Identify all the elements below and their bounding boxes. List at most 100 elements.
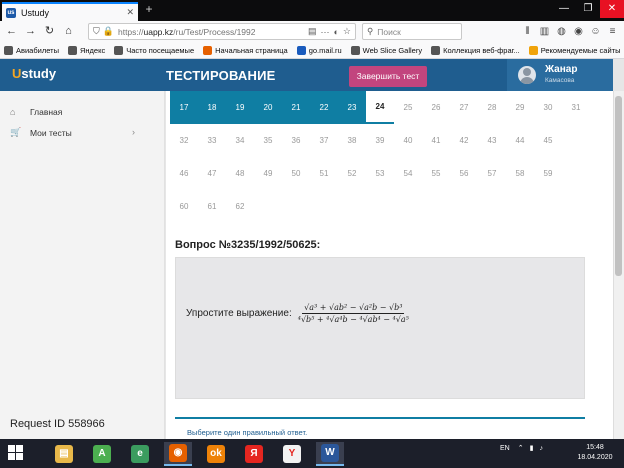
lock-icon[interactable]: 🔒 bbox=[103, 26, 114, 37]
question-number-25[interactable]: 25 bbox=[394, 91, 422, 124]
volume-icon[interactable]: ♪ bbox=[539, 445, 543, 452]
question-number-57[interactable]: 57 bbox=[478, 157, 506, 190]
question-number-60[interactable]: 60 bbox=[170, 190, 198, 223]
question-number-50[interactable]: 50 bbox=[282, 157, 310, 190]
question-number-32[interactable]: 32 bbox=[170, 124, 198, 157]
forward-arrow-icon[interactable]: → bbox=[23, 24, 38, 39]
question-number-44[interactable]: 44 bbox=[506, 124, 534, 157]
question-number-48[interactable]: 48 bbox=[226, 157, 254, 190]
question-number-18[interactable]: 18 bbox=[198, 91, 226, 124]
taskbar-yandex-browser[interactable]: Y bbox=[278, 442, 306, 466]
taskbar-odnoklassniki[interactable]: ok bbox=[202, 442, 230, 466]
browser-tab[interactable]: us Ustudy ✕ bbox=[2, 2, 138, 21]
user-name[interactable]: Жанар bbox=[545, 64, 577, 75]
close-window-icon[interactable]: ✕ bbox=[600, 0, 624, 18]
network-icon[interactable]: ▮ bbox=[530, 444, 534, 452]
pocket-icon[interactable]: ◐ bbox=[333, 27, 338, 37]
taskbar-app-e[interactable]: e bbox=[126, 442, 154, 466]
bookmark-item[interactable]: Яндекс bbox=[67, 45, 105, 55]
question-number-36[interactable]: 36 bbox=[282, 124, 310, 157]
sidebar-item-my-tests[interactable]: 🛒 Мои тесты bbox=[10, 127, 72, 138]
tray-lang[interactable]: EN bbox=[500, 445, 510, 452]
question-number-41[interactable]: 41 bbox=[422, 124, 450, 157]
question-number-61[interactable]: 61 bbox=[198, 190, 226, 223]
question-number-19[interactable]: 19 bbox=[226, 91, 254, 124]
question-number-22[interactable]: 22 bbox=[310, 91, 338, 124]
question-number-52[interactable]: 52 bbox=[338, 157, 366, 190]
question-number-58[interactable]: 58 bbox=[506, 157, 534, 190]
search-input[interactable]: ⚲ Поиск bbox=[362, 23, 462, 40]
question-number-43[interactable]: 43 bbox=[478, 124, 506, 157]
reader-view-icon[interactable]: ▤ bbox=[308, 26, 317, 37]
taskbar-firefox[interactable]: ◉ bbox=[164, 442, 192, 466]
question-number-59[interactable]: 59 bbox=[534, 157, 562, 190]
question-number-23[interactable]: 23 bbox=[338, 91, 366, 124]
maximize-icon[interactable]: ❐ bbox=[576, 0, 600, 18]
question-number-42[interactable]: 42 bbox=[450, 124, 478, 157]
question-number-55[interactable]: 55 bbox=[422, 157, 450, 190]
bookmark-item[interactable]: Коллекция веб-фраг... bbox=[431, 45, 520, 55]
question-number-51[interactable]: 51 bbox=[310, 157, 338, 190]
question-number-47[interactable]: 47 bbox=[198, 157, 226, 190]
question-number-54[interactable]: 54 bbox=[394, 157, 422, 190]
question-number-38[interactable]: 38 bbox=[338, 124, 366, 157]
new-tab-button[interactable]: + bbox=[143, 2, 155, 19]
sidebar-toggle-icon[interactable]: ▥ bbox=[537, 26, 552, 37]
question-number-20[interactable]: 20 bbox=[254, 91, 282, 124]
question-number-35[interactable]: 35 bbox=[254, 124, 282, 157]
question-number-39[interactable]: 39 bbox=[366, 124, 394, 157]
bookmark-item[interactable]: Начальная страница bbox=[203, 45, 288, 55]
bookmark-item[interactable]: Авиабилеты bbox=[4, 45, 59, 55]
taskbar-word[interactable]: W bbox=[316, 442, 344, 466]
reload-icon[interactable]: ↻ bbox=[42, 24, 57, 39]
question-number-34[interactable]: 34 bbox=[226, 124, 254, 157]
question-number-40[interactable]: 40 bbox=[394, 124, 422, 157]
question-number-24[interactable]: 24 bbox=[366, 91, 394, 124]
library-icon[interactable]: ⫴ bbox=[520, 26, 535, 37]
finish-test-button[interactable]: Завершить тест bbox=[349, 66, 427, 87]
question-number-29[interactable]: 29 bbox=[506, 91, 534, 124]
extension-icon[interactable]: ◍ bbox=[554, 26, 569, 37]
question-number-45[interactable]: 45 bbox=[534, 124, 562, 157]
taskbar-app-a[interactable]: A bbox=[88, 442, 116, 466]
close-tab-icon[interactable]: ✕ bbox=[126, 7, 134, 18]
chevron-right-icon[interactable]: › bbox=[132, 127, 135, 137]
taskbar-clock[interactable]: 15:48 18.04.2020 bbox=[570, 443, 620, 463]
bookmark-item[interactable]: Часто посещаемые bbox=[114, 45, 194, 55]
minimize-icon[interactable]: — bbox=[552, 0, 576, 18]
bookmark-item[interactable]: go.mail.ru bbox=[296, 45, 342, 55]
back-arrow-icon[interactable]: ← bbox=[4, 24, 19, 39]
address-bar[interactable]: ⛉ 🔒 https://uapp.kz/ru/Test/Process/1992… bbox=[88, 23, 356, 40]
taskbar-yandex[interactable]: Я bbox=[240, 442, 268, 466]
question-number-21[interactable]: 21 bbox=[282, 91, 310, 124]
app-logo[interactable]: Ustudy bbox=[12, 66, 56, 81]
question-number-49[interactable]: 49 bbox=[254, 157, 282, 190]
scrollbar-thumb[interactable] bbox=[615, 96, 622, 276]
question-number-27[interactable]: 27 bbox=[450, 91, 478, 124]
question-number-30[interactable]: 30 bbox=[534, 91, 562, 124]
sidebar-item-home[interactable]: ⌂ Главная bbox=[10, 107, 62, 117]
windows-start-icon[interactable] bbox=[8, 445, 24, 461]
home-icon[interactable]: ⌂ bbox=[61, 24, 76, 39]
question-number-17[interactable]: 17 bbox=[170, 91, 198, 124]
question-number-26[interactable]: 26 bbox=[422, 91, 450, 124]
bookmark-item[interactable]: Web Slice Gallery bbox=[350, 45, 422, 55]
bookmark-star-icon[interactable]: ☆ bbox=[343, 26, 351, 37]
question-number-62[interactable]: 62 bbox=[226, 190, 254, 223]
shield-icon[interactable]: ⛉ bbox=[93, 26, 100, 37]
question-number-31[interactable]: 31 bbox=[562, 91, 590, 124]
question-number-53[interactable]: 53 bbox=[366, 157, 394, 190]
taskbar-explorer[interactable]: ▤ bbox=[50, 442, 78, 466]
question-number-37[interactable]: 37 bbox=[310, 124, 338, 157]
smile-icon[interactable]: ☺ bbox=[588, 26, 603, 37]
question-number-28[interactable]: 28 bbox=[478, 91, 506, 124]
question-number-56[interactable]: 56 bbox=[450, 157, 478, 190]
bookmark-item[interactable]: Рекомендуемые сайты bbox=[528, 45, 621, 55]
sync-icon[interactable]: ◉ bbox=[571, 26, 586, 37]
up-arrow-icon[interactable]: ⌃ bbox=[518, 444, 524, 452]
question-number-46[interactable]: 46 bbox=[170, 157, 198, 190]
question-number-33[interactable]: 33 bbox=[198, 124, 226, 157]
avatar[interactable] bbox=[518, 66, 536, 84]
menu-icon[interactable]: ≡ bbox=[605, 26, 620, 37]
page-actions-icon[interactable]: ··· bbox=[320, 27, 329, 37]
